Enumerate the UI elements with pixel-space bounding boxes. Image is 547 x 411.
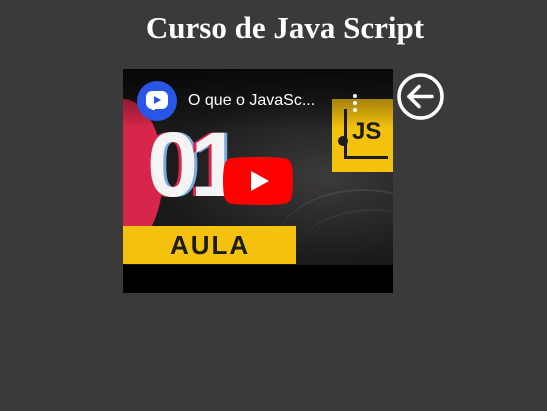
thumbnail-number: 01 xyxy=(147,114,241,216)
js-logo-dot xyxy=(338,136,348,146)
page-title: Curso de Java Script xyxy=(145,10,425,45)
more-options-button[interactable] xyxy=(349,93,361,113)
arrow-left-circle-icon xyxy=(397,73,444,120)
video-title[interactable]: O que o JavaSc... xyxy=(188,91,315,111)
back-button[interactable] xyxy=(396,72,445,121)
channel-avatar[interactable] xyxy=(137,81,177,121)
play-button[interactable] xyxy=(223,157,293,205)
more-vert-icon-dot xyxy=(353,108,357,112)
youtube-video-embed[interactable]: 01 JS AULA O que o JavaSc... xyxy=(123,69,393,293)
channel-logo-icon xyxy=(146,91,168,110)
thumbnail-band-text: AULA xyxy=(170,230,251,260)
thumbnail-band: AULA xyxy=(123,226,296,264)
more-vert-icon xyxy=(353,94,357,98)
more-vert-icon-dot xyxy=(353,101,357,105)
